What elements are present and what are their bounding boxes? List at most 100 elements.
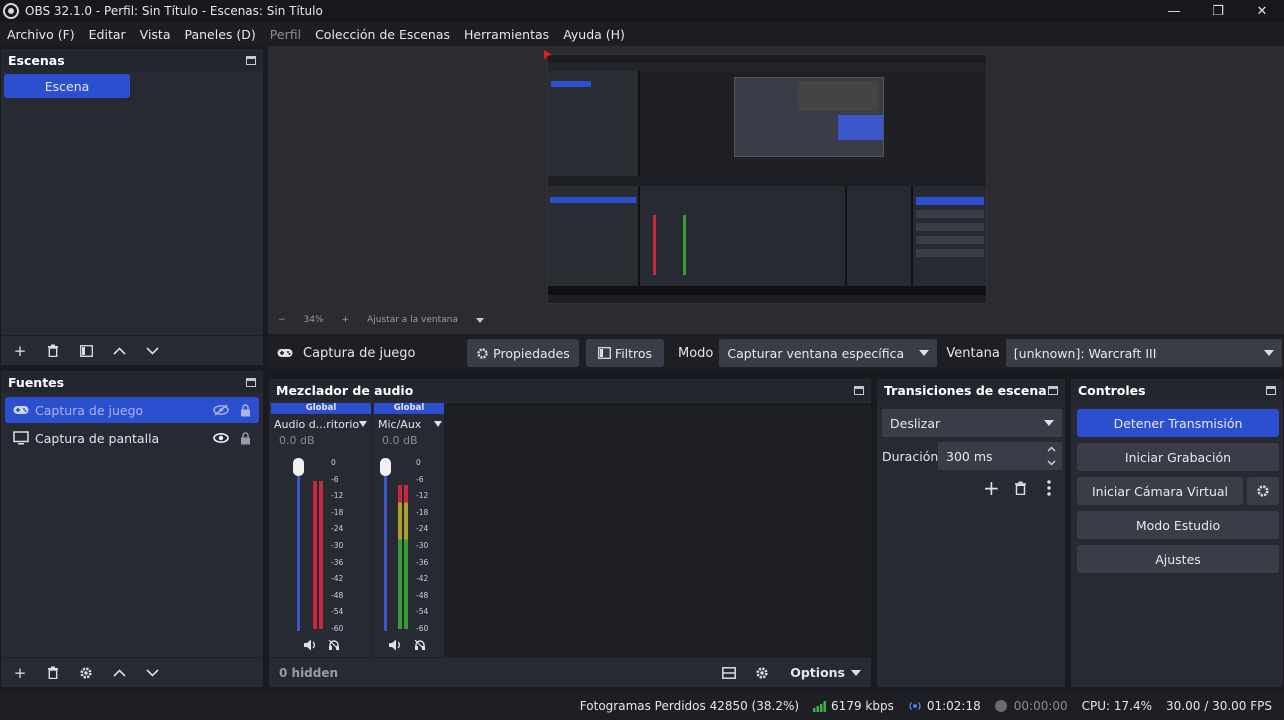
undock-icon[interactable]: [854, 385, 864, 395]
source-item-label: Captura de pantalla: [35, 430, 160, 446]
advanced-audio-button[interactable]: [749, 661, 775, 685]
meter-tick-label: -36: [416, 557, 429, 567]
scene-filters-button[interactable]: [73, 339, 99, 363]
menu-profile[interactable]: Perfil: [270, 27, 301, 42]
menu-help[interactable]: Ayuda (H): [563, 27, 625, 42]
chevron-down-icon: [919, 350, 930, 356]
add-scene-button[interactable]: +: [7, 339, 33, 363]
menu-scene-collection[interactable]: Colección de Escenas: [315, 27, 450, 42]
virtual-camera-button[interactable]: Iniciar Cámara Virtual: [1077, 477, 1243, 505]
volume-meter: [396, 461, 412, 629]
mixer-channel: Global Mic/Aux 0.0 dB 0 -6 -12 -18 -24 -30 -36…: [374, 403, 444, 659]
eye-icon[interactable]: [213, 432, 229, 444]
zoom-out-button[interactable]: −: [278, 315, 286, 325]
undock-icon[interactable]: [1048, 385, 1058, 395]
chevron-up-icon[interactable]: [1047, 446, 1056, 452]
move-source-down-button[interactable]: [139, 661, 165, 685]
volume-slider-handle[interactable]: [293, 458, 304, 476]
move-scene-up-button[interactable]: [106, 339, 132, 363]
headphone-icon[interactable]: [328, 639, 340, 651]
sources-dock: Fuentes Captura de juego Captura de pant…: [0, 370, 264, 688]
headphone-icon[interactable]: [414, 639, 426, 651]
meter-tick-label: -6: [331, 474, 339, 484]
meter-tick-label: -54: [331, 607, 344, 617]
channel-name-dropdown[interactable]: Audio d...ritorio: [271, 414, 371, 434]
properties-button[interactable]: Propiedades: [467, 339, 579, 367]
preview-area[interactable]: [268, 46, 1284, 334]
volume-slider[interactable]: [297, 461, 300, 631]
restore-button[interactable]: ❐: [1196, 0, 1240, 22]
source-context-bar: Captura de juego Propiedades Filtros Mod…: [268, 336, 1284, 370]
undock-icon[interactable]: [246, 377, 256, 387]
settings-label: Ajustes: [1155, 551, 1201, 567]
fps-status: 30.00 / 30.00 FPS: [1166, 699, 1272, 713]
chevron-down-icon[interactable]: [1047, 460, 1056, 466]
lock-icon[interactable]: [240, 403, 251, 417]
meter-tick-label: -18: [416, 507, 429, 517]
meter-bar-left: [313, 481, 317, 629]
transition-type-dropdown[interactable]: Deslizar: [882, 409, 1062, 437]
stream-time-value: 01:02:18: [926, 699, 981, 713]
lock-icon[interactable]: [240, 431, 251, 445]
channel-name: Mic/Aux: [378, 417, 422, 431]
source-item[interactable]: Captura de pantalla: [5, 425, 259, 451]
virtual-camera-settings-button[interactable]: [1247, 477, 1279, 505]
zoom-in-button[interactable]: +: [342, 315, 350, 325]
menu-file[interactable]: Archivo (F): [7, 27, 75, 42]
hidden-count: 0 hidden: [279, 665, 339, 680]
channel-name-dropdown[interactable]: Mic/Aux: [374, 414, 444, 434]
meter-tick-label: -60: [416, 624, 429, 633]
chevron-down-icon: [359, 421, 367, 427]
cpu-usage: CPU: 17.4%: [1081, 699, 1153, 713]
remove-scene-button[interactable]: [40, 339, 66, 363]
menu-edit[interactable]: Editar: [89, 27, 126, 42]
mode-dropdown[interactable]: Capturar ventana específica: [719, 339, 938, 367]
scenes-toolbar: +: [1, 335, 263, 365]
scene-item[interactable]: Escena: [4, 74, 130, 98]
settings-button[interactable]: Ajustes: [1077, 545, 1279, 573]
controls-header: Controles: [1071, 379, 1283, 401]
studio-mode-button[interactable]: Modo Estudio: [1077, 511, 1279, 539]
source-properties-button[interactable]: [73, 661, 99, 685]
undock-icon[interactable]: [1266, 385, 1276, 395]
options-button[interactable]: Options: [790, 665, 861, 680]
remove-source-button[interactable]: [40, 661, 66, 685]
undock-icon[interactable]: [246, 55, 256, 65]
meter-tick-label: -42: [416, 574, 429, 584]
menu-view[interactable]: Vista: [140, 27, 171, 42]
bitrate-status: 6179 kbps: [813, 699, 894, 713]
stop-stream-button[interactable]: Detener Transmisión: [1077, 409, 1279, 437]
speaker-icon[interactable]: [389, 639, 402, 651]
move-source-up-button[interactable]: [106, 661, 132, 685]
mixer-toolbar: 0 hidden Options: [269, 657, 871, 687]
volume-slider-handle[interactable]: [380, 458, 391, 476]
move-scene-down-button[interactable]: [139, 339, 165, 363]
close-button[interactable]: ✕: [1240, 0, 1284, 22]
eye-hidden-icon[interactable]: [213, 404, 229, 416]
menu-docks[interactable]: Paneles (D): [185, 27, 256, 42]
transitions-title: Transiciones de escena: [884, 382, 1047, 398]
trash-icon[interactable]: [1014, 481, 1027, 495]
mixer-title: Mezclador de audio: [276, 382, 414, 398]
add-transition-button[interactable]: +: [983, 476, 1000, 500]
filters-button[interactable]: Filtros: [586, 339, 664, 367]
minimize-button[interactable]: —: [1152, 0, 1196, 22]
duration-spinbox[interactable]: 300 ms: [938, 442, 1062, 470]
window-dropdown[interactable]: [unknown]: Warcraft III: [1005, 339, 1282, 367]
menu-tools[interactable]: Herramientas: [464, 27, 549, 42]
properties-label: Propiedades: [493, 345, 570, 361]
window-title: OBS 32.1.0 - Perfil: Sin Título - Escena…: [25, 4, 323, 18]
zoom-level: 34%: [303, 315, 324, 325]
speaker-icon[interactable]: [304, 639, 317, 651]
more-options-icon[interactable]: [1047, 480, 1051, 496]
chevron-up-icon: [112, 346, 126, 355]
source-item[interactable]: Captura de juego: [5, 397, 259, 423]
add-source-button[interactable]: +: [7, 661, 33, 685]
start-recording-button[interactable]: Iniciar Grabación: [1077, 443, 1279, 471]
layout-toggle-button[interactable]: [716, 661, 742, 685]
zoom-dropdown-icon[interactable]: [475, 317, 484, 323]
preview-canvas[interactable]: [547, 54, 987, 304]
studio-mode-label: Modo Estudio: [1135, 517, 1221, 533]
scenes-header: Escenas: [1, 49, 263, 71]
volume-slider[interactable]: [384, 461, 387, 631]
